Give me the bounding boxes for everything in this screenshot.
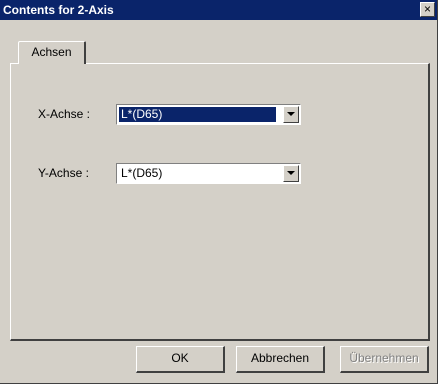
y-axis-label: Y-Achse : xyxy=(38,166,89,180)
cancel-button[interactable]: Abbrechen xyxy=(236,346,325,373)
chevron-down-icon[interactable] xyxy=(283,106,299,123)
ok-button[interactable]: OK xyxy=(136,346,225,373)
y-axis-value: L*(D65) xyxy=(121,166,163,180)
window-title: Contents for 2-Axis xyxy=(3,3,114,17)
x-axis-dropdown[interactable]: L*(D65) xyxy=(116,104,301,125)
title-bar[interactable]: Contents for 2-Axis × xyxy=(0,0,437,20)
dialog-window: Contents for 2-Axis × Achsen X-Achse : L… xyxy=(0,0,438,384)
tab-label: Achsen xyxy=(31,45,72,59)
tab-achsen[interactable]: Achsen xyxy=(18,41,86,64)
close-icon: × xyxy=(423,2,431,16)
apply-button[interactable]: Übernehmen xyxy=(340,346,429,373)
x-axis-value: L*(D65) xyxy=(119,107,276,122)
close-button[interactable]: × xyxy=(420,2,435,17)
chevron-down-icon[interactable] xyxy=(283,165,299,182)
x-axis-label: X-Achse : xyxy=(38,107,91,121)
y-axis-dropdown[interactable]: L*(D65) xyxy=(116,163,301,184)
